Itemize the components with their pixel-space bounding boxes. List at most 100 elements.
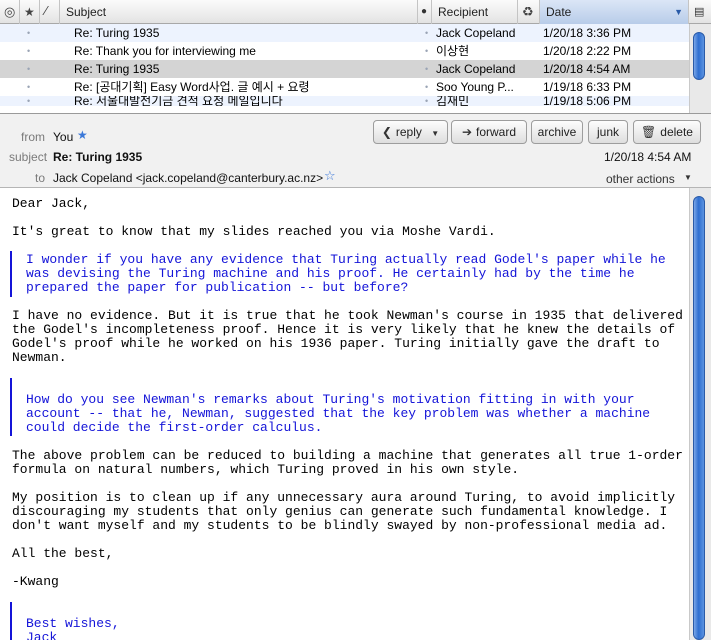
archive-label: archive	[537, 125, 577, 139]
read-dot-icon: •	[425, 96, 429, 106]
message-date: 1/20/18 2:22 PM	[543, 44, 632, 58]
column-picker[interactable]: ▤	[689, 0, 711, 24]
date-column-header[interactable]: Date ▼	[540, 0, 689, 24]
reply-label: reply	[395, 125, 422, 139]
recipient-column-label: Recipient	[438, 5, 489, 19]
body-line: I have no evidence. But it is true that …	[12, 308, 683, 323]
message-row[interactable]: • Re: Turing 1935 • Jack Copeland 1/20/1…	[0, 24, 689, 42]
message-date: 1/20/18 4:54 AM	[604, 150, 692, 164]
recipient-column-header[interactable]: Recipient	[432, 0, 518, 24]
subject-column-header[interactable]: Subject	[60, 0, 418, 24]
read-dot-icon: •	[425, 82, 429, 92]
thread-icon: ◎	[4, 4, 16, 19]
quote-bar	[10, 251, 12, 297]
junk-label: junk	[596, 125, 619, 139]
junk-column-header[interactable]: ♻	[518, 0, 540, 24]
star-icon: ★	[24, 5, 35, 19]
message-recipient: Soo Young P...	[436, 80, 514, 94]
message-list-scrollbar[interactable]	[689, 24, 711, 113]
message-subject: Re: 서울대발전기금 견적 요청 메일입니다	[74, 96, 283, 106]
quote-line: Jack	[26, 630, 58, 640]
body-line: formula on natural numbers, which Turing…	[12, 462, 520, 477]
thread-dot-icon: •	[27, 64, 31, 74]
message-body-scroll-thumb[interactable]	[693, 196, 705, 640]
read-dot-icon: •	[425, 64, 429, 74]
column-picker-icon: ▤	[694, 6, 705, 18]
forward-label: forward	[476, 125, 517, 139]
column-header-bar: ◎ ★ ∕ Subject ● Recipient ♻ Date ▼ ▤	[0, 0, 711, 24]
reply-dropdown-icon: ▼	[431, 129, 440, 138]
quote-line: could decide the first-order calculus.	[26, 420, 323, 435]
message-row[interactable]: • Re: Thank you for interviewing me • 이상…	[0, 42, 689, 60]
to-label: to	[35, 171, 46, 185]
body-line: The above problem can be reduced to buil…	[12, 448, 683, 463]
other-actions-menu[interactable]: other actions	[606, 172, 675, 186]
message-subject: Re: [공대기획] Easy Word사업. 글 예시 + 요령	[74, 80, 310, 94]
reply-button[interactable]: ❮ reply ▼	[373, 120, 448, 144]
thread-dot-icon: •	[27, 96, 31, 106]
body-line: discouraging my students that only geniu…	[12, 504, 668, 519]
subject-label: subject	[9, 150, 48, 164]
junk-status-icon: ♻	[522, 4, 534, 19]
quote-line: How do you see Newman's remarks about Tu…	[26, 392, 635, 407]
reply-arrow-icon: ❮	[381, 125, 392, 139]
body-closing: All the best,	[12, 546, 114, 561]
quote-bar	[10, 378, 12, 436]
message-recipient: 김재민	[436, 96, 470, 106]
message-row[interactable]: • Re: 서울대발전기금 견적 요청 메일입니다 • 김재민 1/19/18 …	[0, 96, 689, 106]
thread-dot-icon: •	[27, 28, 31, 38]
date-column-label: Date	[546, 5, 572, 19]
message-list-scroll-thumb[interactable]	[693, 32, 705, 80]
delete-button[interactable]: 🗑 delete	[633, 120, 701, 144]
body-greeting: Dear Jack,	[12, 196, 91, 211]
quote-bar	[10, 602, 12, 640]
quote-line: account -- that he, Newman, suggested th…	[26, 406, 651, 421]
quote-line: prepared the paper for publication -- bu…	[26, 280, 409, 295]
to-value[interactable]: Jack Copeland <jack.copeland@canterbury.…	[53, 171, 323, 185]
subject-column-label: Subject	[66, 5, 107, 19]
message-date: 1/20/18 4:54 AM	[543, 62, 631, 76]
quote-line: Best wishes,	[26, 616, 120, 631]
from-label: from	[21, 130, 45, 144]
attachment-column-header[interactable]: ∕	[40, 0, 60, 24]
message-body-scrollbar[interactable]	[689, 188, 711, 640]
message-list: ◎ ★ ∕ Subject ● Recipient ♻ Date ▼ ▤ • R…	[0, 0, 711, 114]
message-date: 1/20/18 3:36 PM	[543, 26, 632, 40]
message-recipient: Jack Copeland	[436, 62, 516, 76]
message-header-pane: from You ★ subject Re: Turing 1935 to Ja…	[0, 114, 711, 188]
thread-dot-icon: •	[27, 46, 31, 56]
star-column-header[interactable]: ★	[20, 0, 40, 24]
message-subject: Re: Thank you for interviewing me	[74, 44, 256, 58]
message-row[interactable]: • Re: [공대기획] Easy Word사업. 글 예시 + 요령 • So…	[0, 78, 689, 96]
contact-star-outline-icon[interactable]: ☆	[324, 168, 336, 184]
message-subject: Re: Turing 1935	[74, 26, 160, 40]
body-line: My position is to clean up if any unnece…	[12, 490, 676, 505]
message-body: Dear Jack, It's great to know that my sl…	[0, 188, 711, 640]
message-recipient: Jack Copeland	[436, 26, 516, 40]
thread-dot-icon: •	[27, 82, 31, 92]
junk-button[interactable]: junk	[588, 120, 628, 144]
forward-button[interactable]: ➔ forward	[451, 120, 527, 144]
read-status-icon: ●	[421, 6, 428, 17]
forward-arrow-icon: ➔	[461, 125, 473, 139]
other-actions-dropdown-icon: ▼	[684, 173, 692, 182]
message-date: 1/19/18 5:06 PM	[543, 96, 632, 106]
read-column-header[interactable]: ●	[418, 0, 432, 24]
subject-value: Re: Turing 1935	[53, 150, 143, 164]
body-line: don't want myself and my students to be …	[12, 518, 668, 533]
sort-descending-icon: ▼	[674, 7, 683, 17]
body-signature: -Kwang	[12, 574, 59, 589]
body-line: the Godel's incompleteness proof. Hence …	[12, 322, 676, 337]
archive-button[interactable]: archive	[531, 120, 583, 144]
quote-line: was devising the Turing machine and his …	[26, 266, 635, 281]
thread-column-header[interactable]: ◎	[0, 0, 20, 24]
message-date: 1/19/18 6:33 PM	[543, 80, 632, 94]
read-dot-icon: •	[425, 46, 429, 56]
message-recipient: 이상현	[436, 44, 470, 58]
trash-icon: 🗑	[641, 125, 657, 139]
from-value[interactable]: You	[53, 130, 73, 144]
attachment-icon: ∕	[45, 3, 48, 18]
contact-star-icon[interactable]: ★	[77, 128, 88, 142]
message-rows: • Re: Turing 1935 • Jack Copeland 1/20/1…	[0, 24, 689, 106]
message-row-selected[interactable]: • Re: Turing 1935 • Jack Copeland 1/20/1…	[0, 60, 689, 78]
